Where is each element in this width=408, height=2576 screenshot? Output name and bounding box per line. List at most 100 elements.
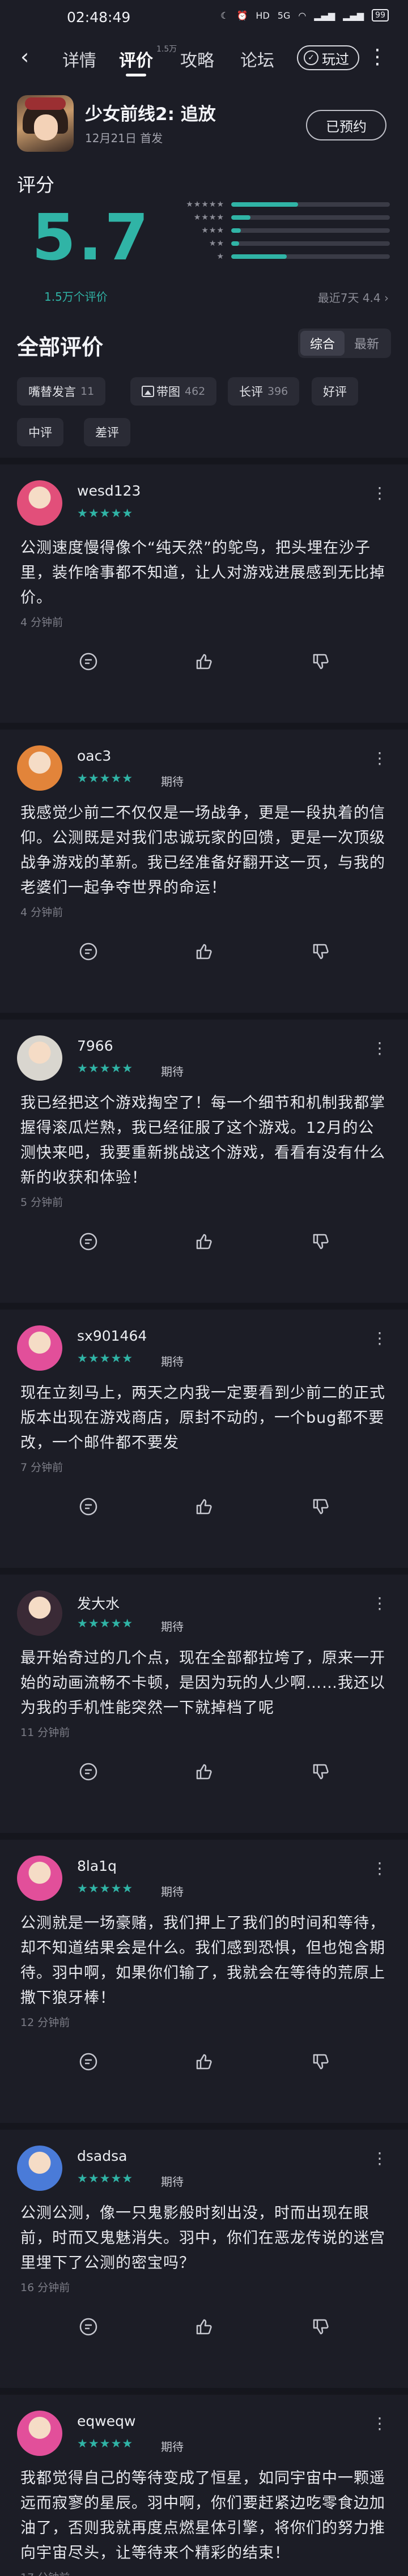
filter-chip[interactable]: 差评 bbox=[84, 418, 130, 446]
more-vertical-icon[interactable]: ⋮ bbox=[372, 1329, 388, 1347]
avatar[interactable] bbox=[17, 2411, 62, 2456]
distribution-bar bbox=[231, 215, 390, 220]
review-username[interactable]: eqweqw bbox=[77, 2413, 135, 2429]
comment-icon[interactable] bbox=[76, 1759, 101, 1784]
filter-count: 11 bbox=[80, 385, 95, 398]
avatar[interactable] bbox=[17, 2146, 62, 2191]
comment-icon[interactable] bbox=[76, 2049, 101, 2074]
review-stars: ★★★★★ bbox=[77, 2172, 134, 2185]
thumbs-up-icon[interactable] bbox=[192, 1494, 216, 1519]
thumbs-up-icon[interactable] bbox=[192, 1759, 216, 1784]
tab-guides[interactable]: 攻略 bbox=[180, 46, 214, 71]
filter-chip[interactable]: 带图 462 bbox=[130, 377, 217, 406]
review-stars: ★★★★★ bbox=[77, 1617, 134, 1630]
review-text: 公测速度慢得像个“纯天然”的鸵鸟，把头埋在沙子里，装作啥事都不知道，让人对游戏进… bbox=[20, 539, 385, 607]
filter-chip[interactable]: 嘴替发言 11 bbox=[17, 377, 106, 406]
score-section-title: 评分 bbox=[17, 174, 54, 196]
review-divider bbox=[0, 723, 408, 730]
tab-details[interactable]: 详情 bbox=[62, 46, 96, 71]
active-tab-indicator bbox=[126, 74, 146, 76]
thumbs-down-icon[interactable] bbox=[308, 649, 333, 674]
signal-icon: ▂▄▆ bbox=[343, 10, 364, 21]
review-time: 7 分钟前 bbox=[20, 1461, 63, 1474]
tab-forum[interactable]: 论坛 bbox=[240, 46, 274, 71]
review-tag: 期待 bbox=[161, 1355, 184, 1368]
reserve-button[interactable]: 已预约 bbox=[306, 110, 386, 140]
review-divider bbox=[0, 2388, 408, 2395]
played-button[interactable]: ✓ 玩过 bbox=[297, 45, 359, 70]
review-username[interactable]: dsadsa bbox=[77, 2148, 127, 2164]
thumbs-up-icon[interactable] bbox=[192, 2049, 216, 2074]
review-stars: ★★★★★ bbox=[77, 771, 134, 785]
distribution-bar-fill bbox=[231, 202, 298, 207]
filter-chip[interactable]: 长评 396 bbox=[228, 377, 300, 406]
review-divider bbox=[0, 1303, 408, 1310]
review-tag: 期待 bbox=[161, 775, 184, 788]
thumbs-down-icon[interactable] bbox=[308, 1759, 333, 1784]
review-username[interactable]: oac3 bbox=[77, 748, 111, 764]
avatar[interactable] bbox=[17, 480, 62, 526]
review-actions bbox=[0, 649, 408, 677]
review-username[interactable]: sx901464 bbox=[77, 1328, 147, 1344]
review-username[interactable]: 7966 bbox=[77, 1038, 113, 1054]
more-vertical-icon[interactable]: ⋮ bbox=[372, 1594, 388, 1613]
more-vertical-icon[interactable]: ⋮ bbox=[372, 2149, 388, 2168]
more-vertical-icon[interactable]: ⋮ bbox=[372, 749, 388, 767]
more-vertical-icon[interactable]: ⋮ bbox=[372, 484, 388, 502]
distribution-row: ★★ bbox=[152, 237, 390, 250]
distribution-bar-fill bbox=[231, 228, 241, 233]
thumbs-up-icon[interactable] bbox=[192, 2314, 216, 2339]
comment-icon[interactable] bbox=[76, 1229, 101, 1254]
all-reviews-title: 全部评价 bbox=[17, 335, 104, 360]
release-date: 12月21日 首发 bbox=[85, 131, 163, 145]
distribution-row: ★★★★★ bbox=[152, 198, 390, 211]
review-stars: ★★★★★ bbox=[77, 506, 134, 520]
filter-chip[interactable]: 好评 bbox=[312, 377, 358, 406]
wifi-icon: ◠ bbox=[298, 10, 307, 21]
thumbs-up-icon[interactable] bbox=[192, 939, 216, 964]
thumbs-down-icon[interactable] bbox=[308, 1229, 333, 1254]
sort-overall[interactable]: 综合 bbox=[300, 331, 345, 356]
review-username[interactable]: wesd123 bbox=[77, 483, 141, 499]
review-username[interactable]: 发大水 bbox=[77, 1593, 120, 1613]
more-vertical-icon[interactable]: ⋮ bbox=[372, 1859, 388, 1878]
thumbs-down-icon[interactable] bbox=[308, 2049, 333, 2074]
recent-score-text: 最近7天 4.4 bbox=[317, 291, 381, 305]
top-nav: ‹ 详情 评价 1.5万 攻略 论坛 ✓ 玩过 ⋮ bbox=[0, 29, 408, 84]
review-actions bbox=[0, 2314, 408, 2343]
distribution-stars: ★★ bbox=[209, 239, 224, 248]
more-vertical-icon[interactable]: ⋮ bbox=[372, 1039, 388, 1057]
comment-icon[interactable] bbox=[76, 939, 101, 964]
sort-latest[interactable]: 最新 bbox=[345, 331, 389, 356]
back-arrow-icon[interactable]: ‹ bbox=[20, 46, 29, 67]
avatar[interactable] bbox=[17, 1590, 62, 1636]
more-vertical-icon[interactable]: ⋮ bbox=[372, 2414, 388, 2433]
review-username[interactable]: 8la1q bbox=[77, 1858, 117, 1874]
comment-icon[interactable] bbox=[76, 649, 101, 674]
review-stars: ★★★★★ bbox=[77, 1882, 134, 1895]
filter-chip[interactable]: 中评 bbox=[17, 418, 63, 446]
thumbs-up-icon[interactable] bbox=[192, 1229, 216, 1254]
avatar[interactable] bbox=[17, 1856, 62, 1901]
review-time: 4 分钟前 bbox=[20, 616, 63, 629]
distribution-bar-fill bbox=[231, 215, 250, 220]
thumbs-down-icon[interactable] bbox=[308, 1494, 333, 1519]
thumbs-down-icon[interactable] bbox=[308, 939, 333, 964]
tab-reviews[interactable]: 评价 bbox=[119, 46, 153, 71]
filter-label: 长评 bbox=[239, 385, 263, 399]
review-tag: 期待 bbox=[161, 2440, 184, 2454]
review-stars: ★★★★★ bbox=[77, 2437, 134, 2450]
avatar[interactable] bbox=[17, 1325, 62, 1371]
game-icon[interactable] bbox=[17, 95, 74, 152]
avatar[interactable] bbox=[17, 745, 62, 791]
avatar[interactable] bbox=[17, 1035, 62, 1081]
more-vertical-icon[interactable]: ⋮ bbox=[367, 45, 388, 69]
comment-icon[interactable] bbox=[76, 2314, 101, 2339]
review-text: 公测就是一场豪赌，我们押上了我们的时间和等待，却不知道结果会是什么。我们感到恐惧… bbox=[20, 1914, 385, 2007]
review-text: 公测公测，像一只鬼影般时刻出没，时而出现在眼前，时而又鬼魅消失。羽中，你们在恶龙… bbox=[20, 2204, 385, 2272]
status-icons: ☾ ⏰ HD 5G ◠ ▂▄▆ ▂▄▆ 99 bbox=[220, 9, 389, 22]
comment-icon[interactable] bbox=[76, 1494, 101, 1519]
thumbs-up-icon[interactable] bbox=[192, 649, 216, 674]
review-actions bbox=[0, 1229, 408, 1257]
thumbs-down-icon[interactable] bbox=[308, 2314, 333, 2339]
